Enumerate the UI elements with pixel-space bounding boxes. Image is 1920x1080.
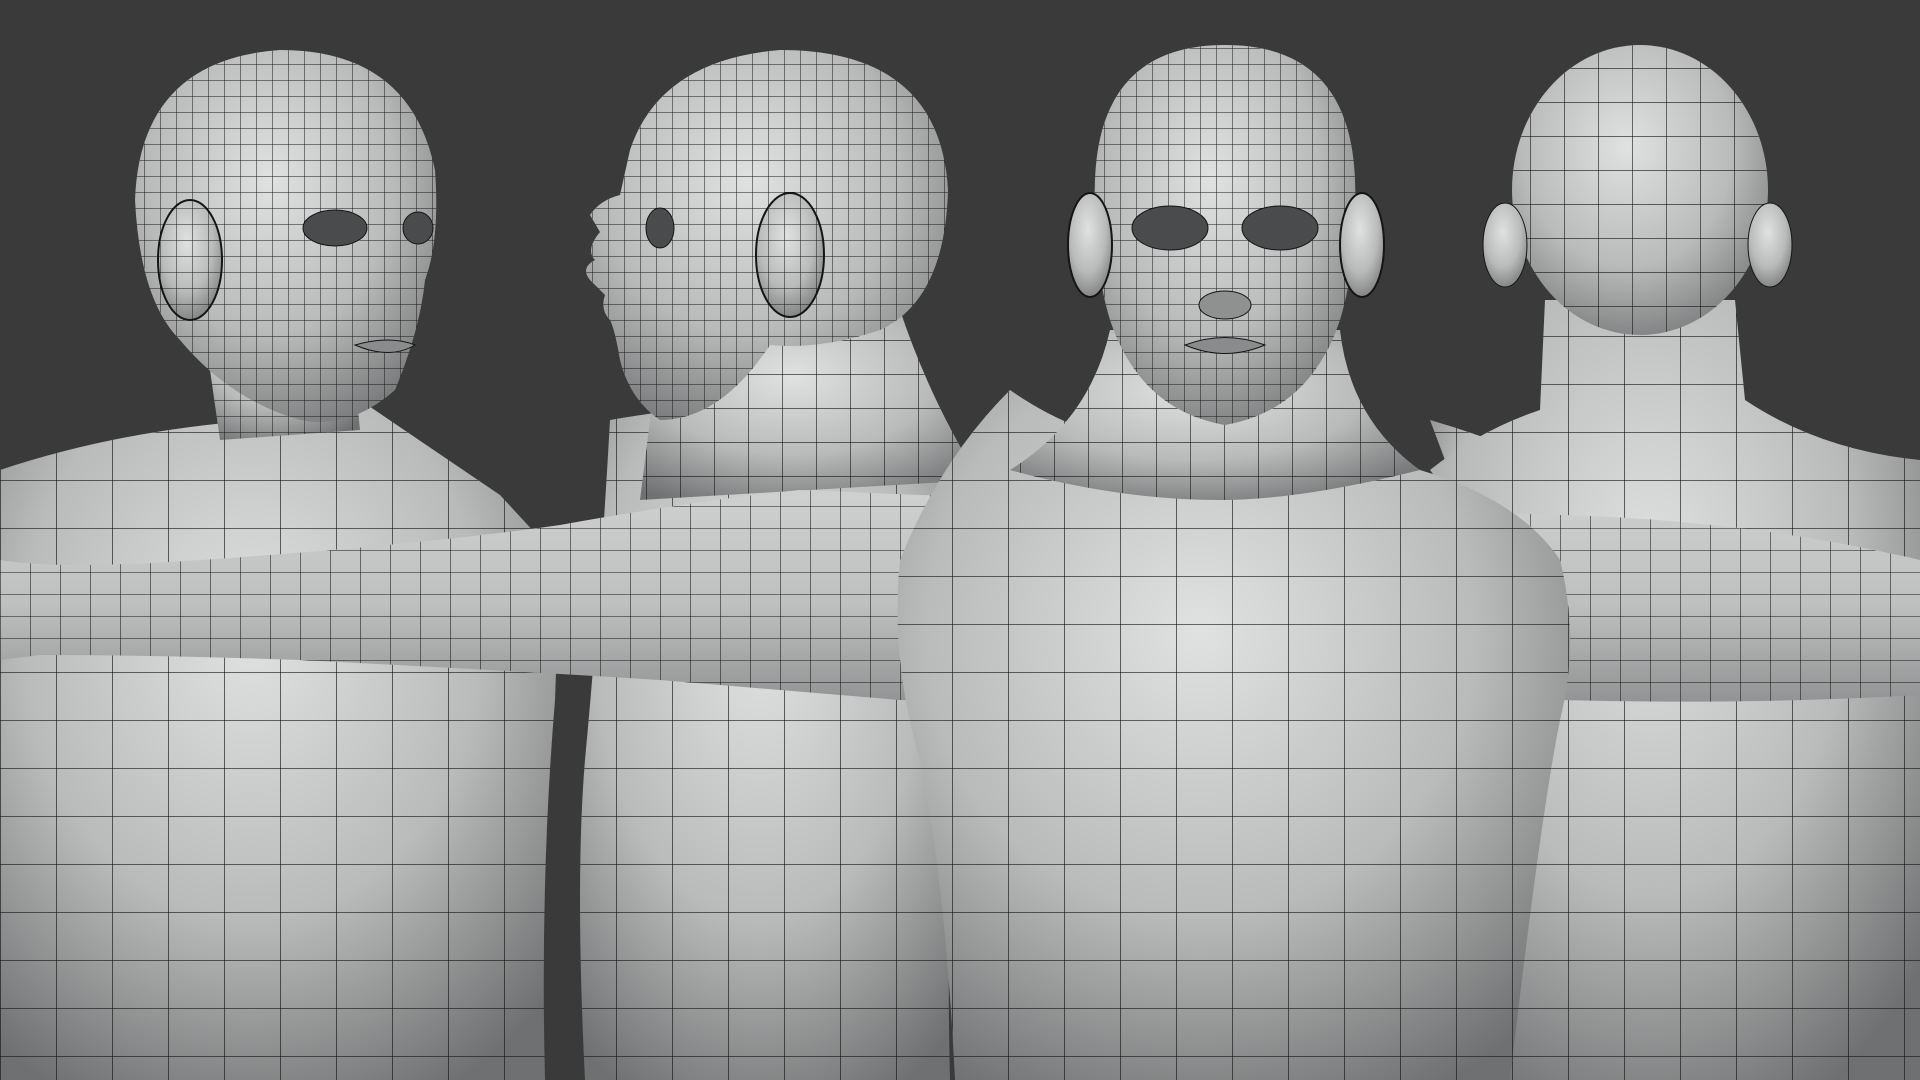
profile-view-eye <box>645 207 675 249</box>
wireframe-render <box>0 45 1920 1080</box>
front-view-nose <box>1198 290 1252 320</box>
back-view-right-ear <box>1747 202 1793 288</box>
front-view-left-eye <box>1131 205 1209 251</box>
front-view-right-ear <box>1339 192 1385 298</box>
back-view-left-ear <box>1482 202 1528 288</box>
render-viewport <box>0 0 1920 1080</box>
front-view-left-ear <box>1067 192 1113 298</box>
three-quarter-view-eye <box>302 209 368 247</box>
front-view-right-eye <box>1241 205 1319 251</box>
